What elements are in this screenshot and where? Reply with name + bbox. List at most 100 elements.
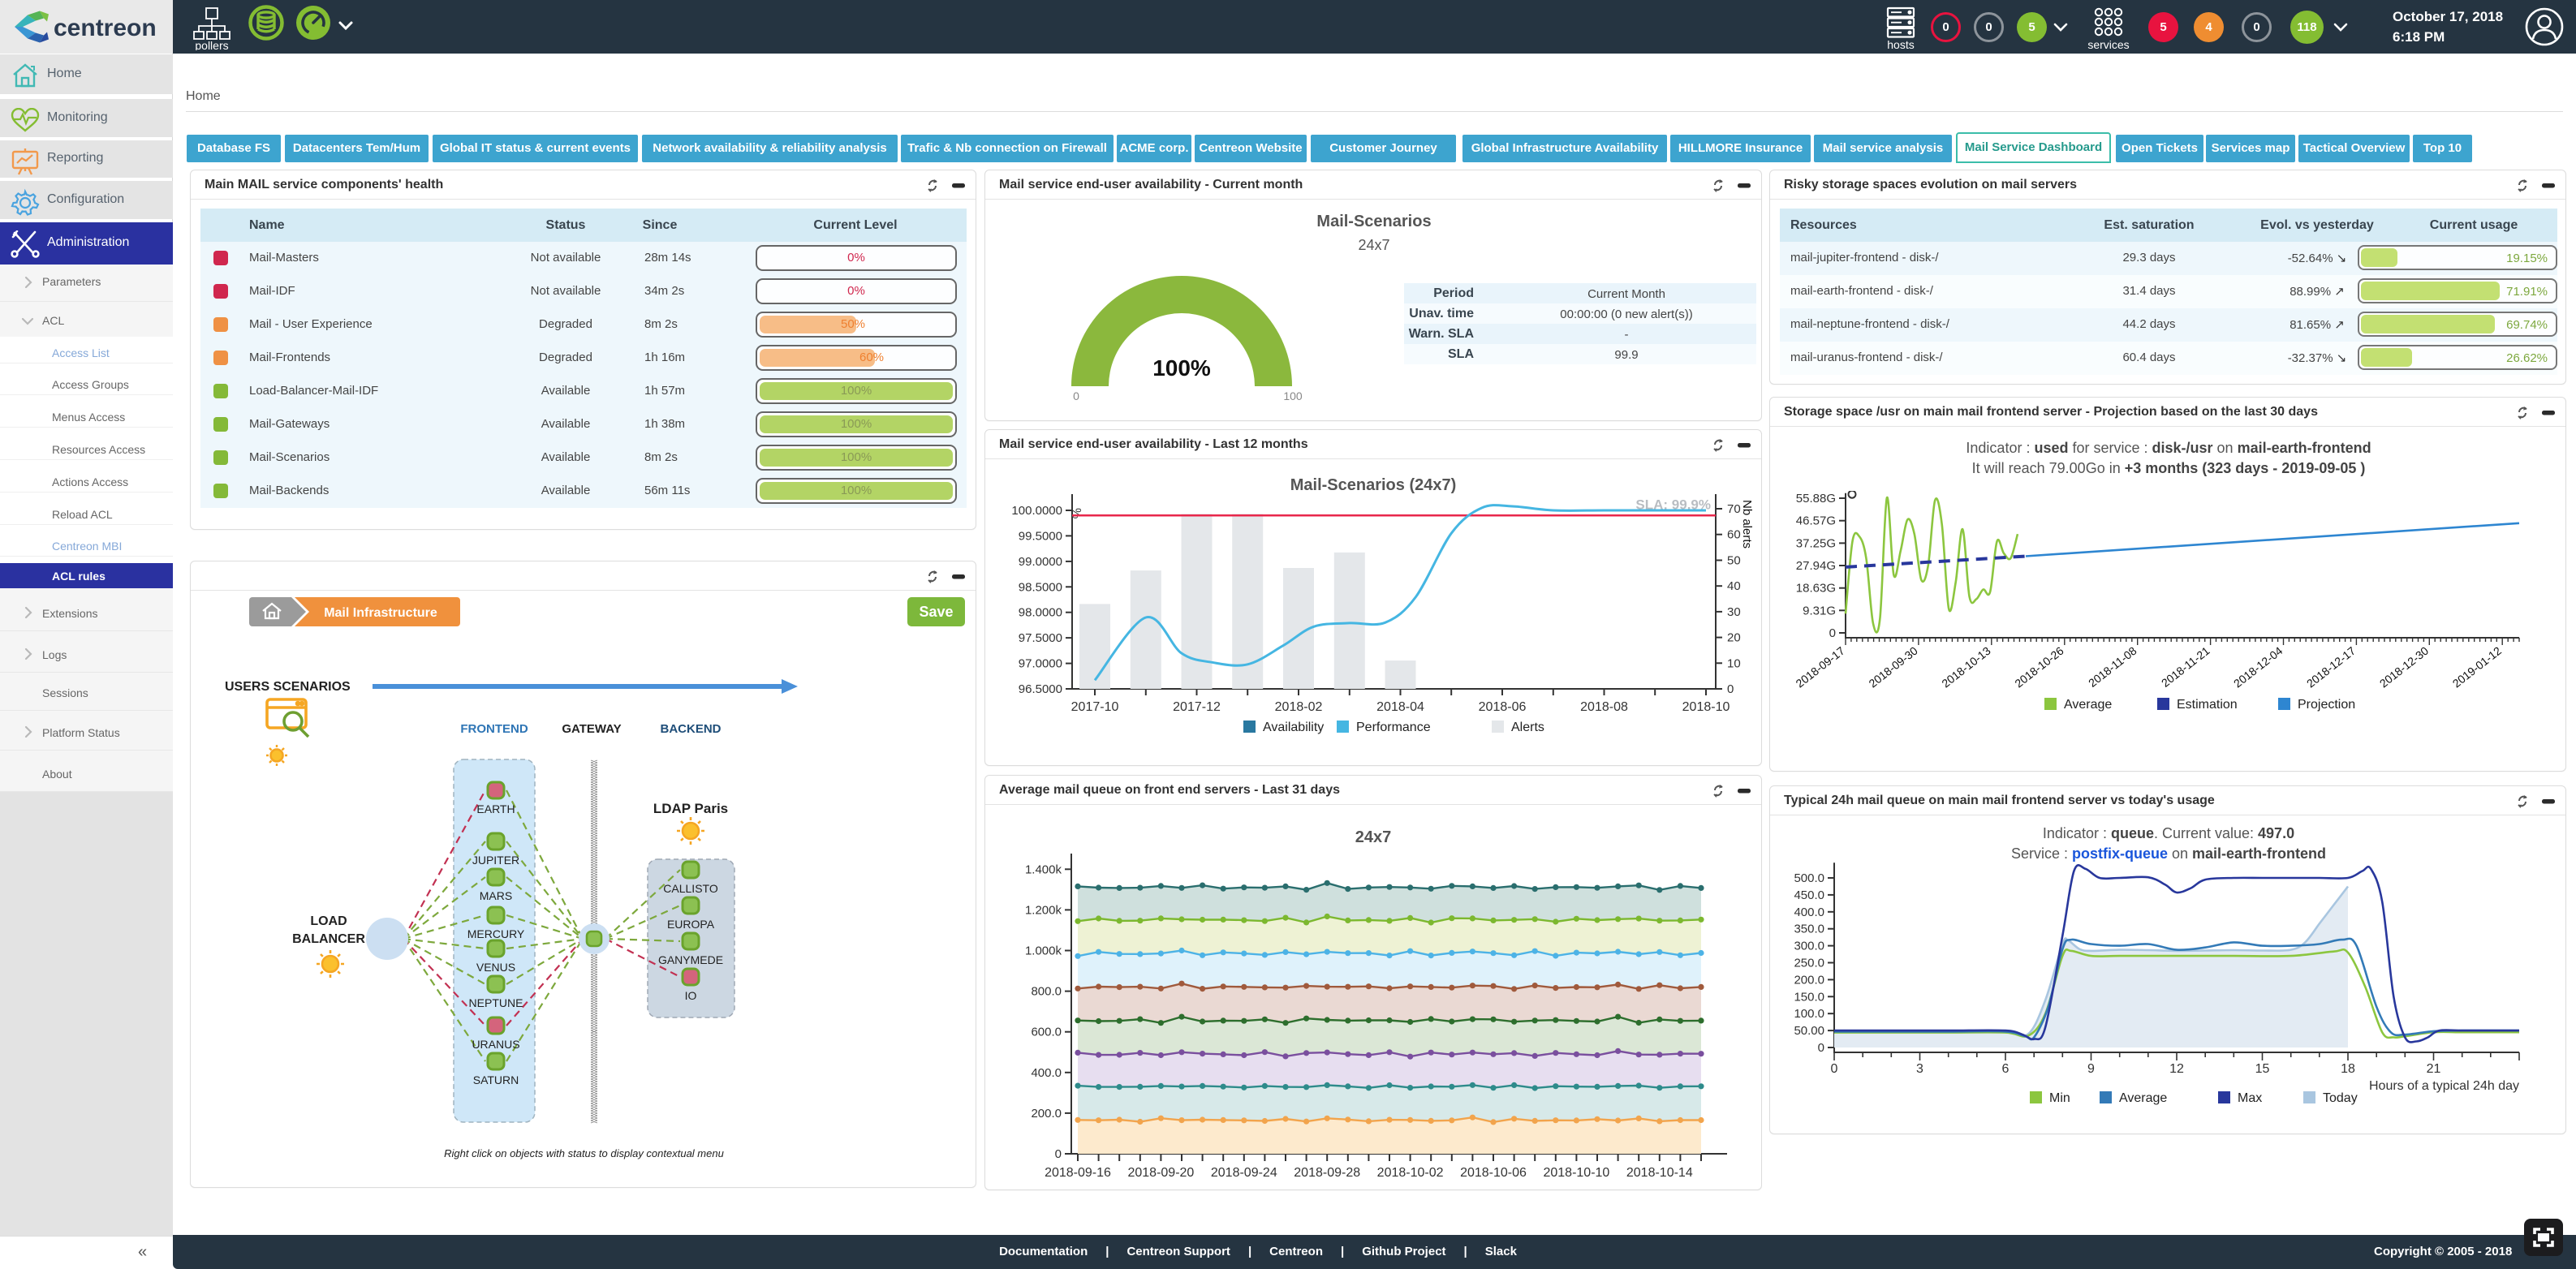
- svg-text:100.0: 100.0: [1794, 1007, 1824, 1021]
- svg-text:600.0: 600.0: [1031, 1026, 1062, 1039]
- svg-text:%: %: [1070, 508, 1084, 518]
- svg-text:hosts: hosts: [1887, 38, 1914, 50]
- svg-text:21: 21: [2427, 1062, 2441, 1076]
- svg-text:50: 50: [1727, 554, 1741, 568]
- svg-text:800.0: 800.0: [1031, 985, 1062, 999]
- svg-text:98.0000: 98.0000: [1019, 606, 1062, 620]
- svg-text:2018-12-17: 2018-12-17: [2304, 644, 2358, 690]
- svg-text:2017-10: 2017-10: [1071, 700, 1119, 714]
- svg-text:0: 0: [1818, 1041, 1824, 1055]
- svg-text:GANYMEDE: GANYMEDE: [658, 953, 723, 966]
- svg-text:450.0: 450.0: [1794, 888, 1824, 902]
- svg-text:2018-04: 2018-04: [1376, 700, 1424, 714]
- svg-text:EUROPA: EUROPA: [667, 918, 715, 931]
- svg-text:400.0: 400.0: [1794, 906, 1824, 919]
- svg-text:37.25G: 37.25G: [1796, 536, 1836, 550]
- svg-text:18: 18: [2341, 1062, 2355, 1076]
- svg-text:EARTH: EARTH: [476, 802, 515, 815]
- svg-text:Nb alerts: Nb alerts: [1740, 500, 1754, 548]
- svg-text:250.0: 250.0: [1794, 957, 1824, 970]
- svg-text:30: 30: [1727, 605, 1741, 619]
- svg-text:350.0: 350.0: [1794, 923, 1824, 936]
- svg-text:VENUS: VENUS: [476, 961, 515, 974]
- svg-text:URANUS: URANUS: [472, 1038, 519, 1051]
- svg-text:100.0000: 100.0000: [1011, 504, 1062, 518]
- svg-text:2018-10-10: 2018-10-10: [1543, 1166, 1609, 1180]
- svg-text:2018-09-28: 2018-09-28: [1294, 1166, 1360, 1180]
- svg-text:98.5000: 98.5000: [1019, 580, 1062, 594]
- svg-text:97.5000: 97.5000: [1019, 631, 1062, 645]
- svg-text:LOAD: LOAD: [310, 914, 347, 928]
- svg-text:0: 0: [1727, 682, 1734, 696]
- svg-text:Alerts: Alerts: [1511, 721, 1544, 734]
- svg-text:2018-10-02: 2018-10-02: [1377, 1166, 1444, 1180]
- svg-text:2018-10: 2018-10: [1682, 700, 1730, 714]
- svg-text:1.200k: 1.200k: [1025, 903, 1062, 917]
- svg-text:27.94G: 27.94G: [1796, 559, 1836, 573]
- svg-text:services: services: [2087, 38, 2129, 50]
- svg-text:1.400k: 1.400k: [1025, 862, 1062, 876]
- svg-text:2018-09-16: 2018-09-16: [1045, 1166, 1111, 1180]
- svg-text:Availability: Availability: [1263, 721, 1324, 734]
- svg-text:Average: Average: [2064, 698, 2112, 712]
- svg-text:2018-08: 2018-08: [1580, 700, 1628, 714]
- svg-text:pollers: pollers: [195, 39, 228, 50]
- svg-text:150.0: 150.0: [1794, 990, 1824, 1004]
- svg-text:Mail-Scenarios (24x7): Mail-Scenarios (24x7): [1290, 476, 1457, 494]
- svg-text:2018-12-04: 2018-12-04: [2231, 644, 2285, 690]
- svg-text:10: 10: [1727, 656, 1741, 670]
- svg-text:LDAP Paris: LDAP Paris: [653, 801, 728, 816]
- svg-text:0: 0: [1831, 1062, 1838, 1076]
- svg-text:SATURN: SATURN: [473, 1073, 519, 1086]
- svg-text:200.0: 200.0: [1031, 1107, 1062, 1121]
- svg-text:Max: Max: [2238, 1091, 2262, 1105]
- svg-text:Estimation: Estimation: [2177, 698, 2238, 712]
- svg-text:500.0: 500.0: [1794, 871, 1824, 885]
- svg-text:400.0: 400.0: [1031, 1066, 1062, 1080]
- svg-text:12: 12: [2169, 1062, 2184, 1076]
- svg-text:centreon: centreon: [54, 15, 157, 41]
- svg-text:18.63G: 18.63G: [1796, 582, 1836, 596]
- svg-text:NEPTUNE: NEPTUNE: [469, 996, 523, 1009]
- svg-text:100%: 100%: [1152, 355, 1211, 381]
- svg-text:70: 70: [1727, 502, 1741, 516]
- svg-text:2018-09-30: 2018-09-30: [1866, 644, 1919, 690]
- svg-text:2018-09-24: 2018-09-24: [1211, 1166, 1277, 1180]
- svg-text:Today: Today: [2323, 1091, 2358, 1105]
- svg-text:MERCURY: MERCURY: [467, 927, 525, 940]
- svg-text:Hours of a typical 24h day: Hours of a typical 24h day: [2369, 1079, 2519, 1093]
- svg-text:JUPITER: JUPITER: [472, 854, 519, 867]
- svg-text:2018-10-14: 2018-10-14: [1626, 1166, 1693, 1180]
- svg-text:2018-12-30: 2018-12-30: [2377, 644, 2431, 690]
- svg-text:0: 0: [1829, 626, 1836, 640]
- svg-text:0: 0: [1055, 1147, 1062, 1161]
- svg-text:3: 3: [1916, 1062, 1923, 1076]
- svg-text:2018-10-26: 2018-10-26: [2012, 644, 2066, 690]
- svg-text:96.5000: 96.5000: [1019, 682, 1062, 696]
- svg-text:CALLISTO: CALLISTO: [663, 882, 718, 895]
- svg-text:40: 40: [1727, 579, 1741, 593]
- svg-text:97.0000: 97.0000: [1019, 657, 1062, 671]
- svg-text:99.0000: 99.0000: [1019, 555, 1062, 569]
- svg-text:2018-10-13: 2018-10-13: [1939, 644, 1992, 690]
- svg-text:2018-11-08: 2018-11-08: [2086, 644, 2139, 690]
- svg-text:200.0: 200.0: [1794, 973, 1824, 987]
- svg-text:2018-10-06: 2018-10-06: [1460, 1166, 1527, 1180]
- svg-text:2018-11-21: 2018-11-21: [2159, 644, 2212, 690]
- svg-text:20: 20: [1727, 631, 1741, 645]
- svg-text:2018-09-20: 2018-09-20: [1127, 1166, 1194, 1180]
- svg-text:6: 6: [2002, 1062, 2010, 1076]
- svg-text:46.57G: 46.57G: [1796, 514, 1836, 528]
- svg-text:2019-01-12: 2019-01-12: [2450, 644, 2504, 690]
- svg-text:9.31G: 9.31G: [1803, 604, 1836, 617]
- svg-text:Performance: Performance: [1356, 721, 1431, 734]
- svg-text:2018-02: 2018-02: [1275, 700, 1323, 714]
- svg-text:Projection: Projection: [2298, 698, 2355, 712]
- svg-text:99.5000: 99.5000: [1019, 529, 1062, 543]
- svg-text:300.0: 300.0: [1794, 940, 1824, 953]
- svg-text:24x7: 24x7: [1355, 828, 1392, 846]
- svg-text:2017-12: 2017-12: [1173, 700, 1221, 714]
- svg-text:MARS: MARS: [480, 889, 512, 902]
- svg-text:55.88G: 55.88G: [1796, 492, 1836, 505]
- svg-text:Min: Min: [2049, 1091, 2070, 1105]
